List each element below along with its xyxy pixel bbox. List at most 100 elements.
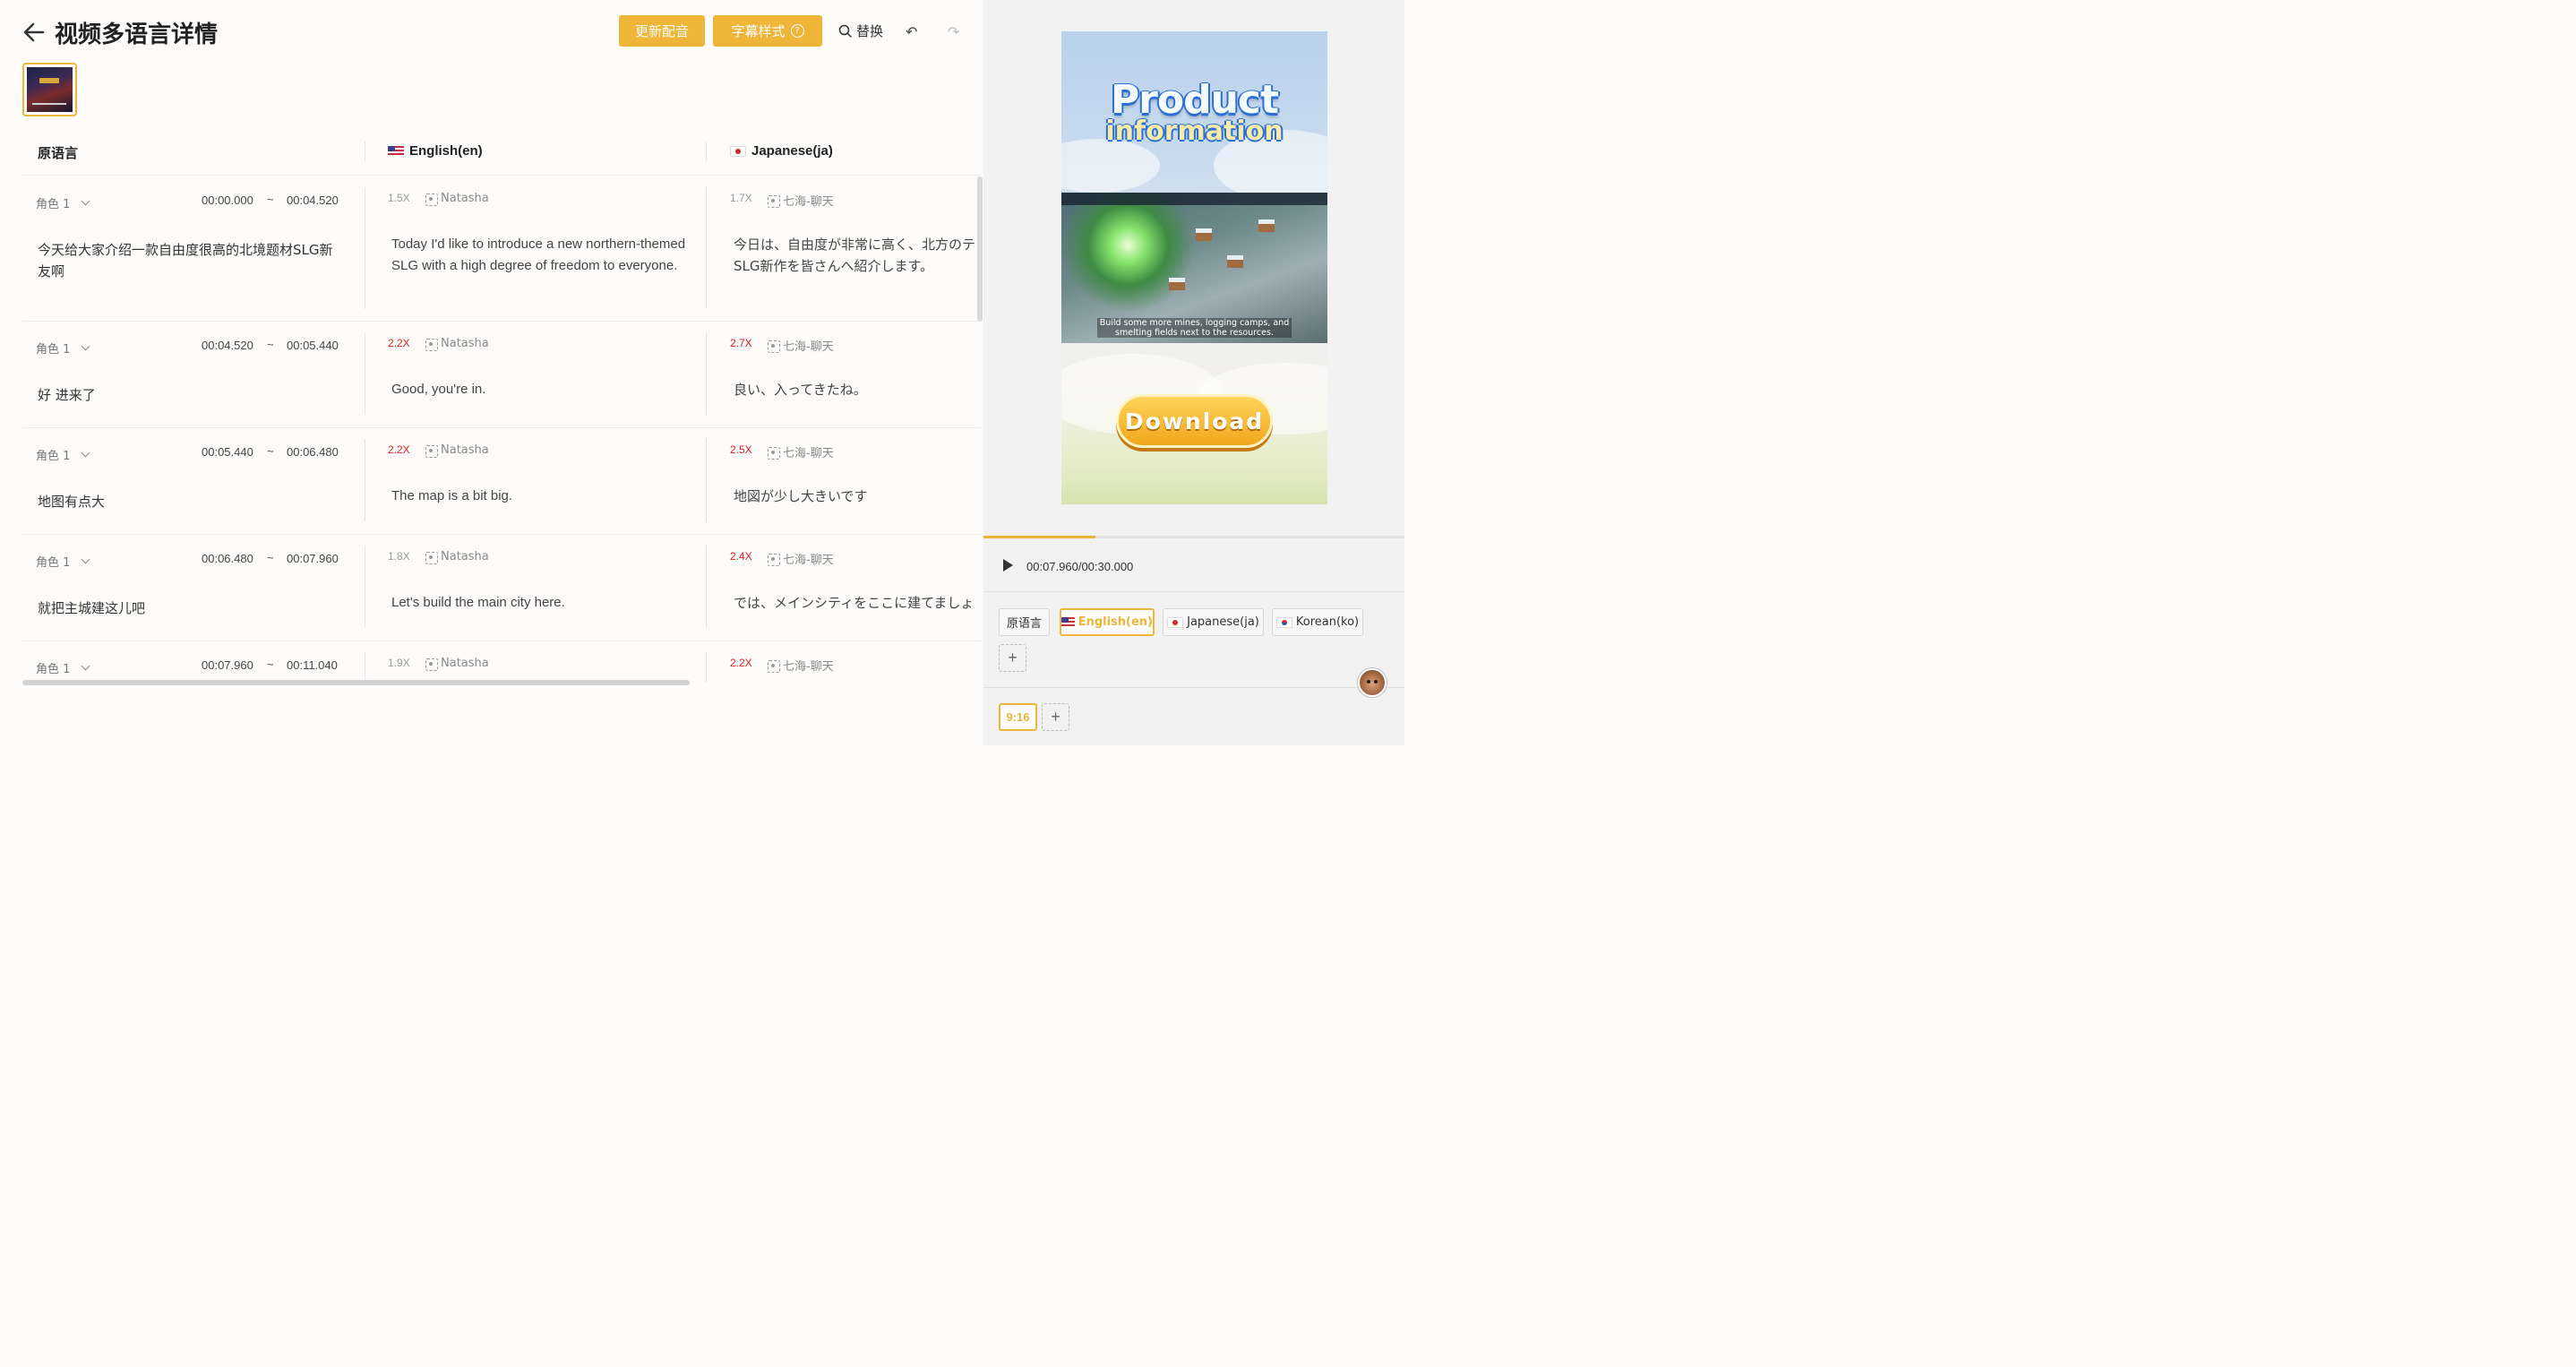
voice-icon [768, 553, 780, 566]
start-time[interactable]: 00:04.520 [202, 339, 253, 352]
download-button[interactable]: Download [1116, 394, 1273, 448]
play-icon[interactable] [1003, 559, 1013, 572]
role-label: 角色 1 [36, 343, 71, 357]
table-row: 角色 1 00:04.520 ~ 00:05.440 好 进来了 2.2X Na… [22, 322, 981, 428]
lang-tab-original[interactable]: 原语言 [999, 608, 1050, 636]
start-time[interactable]: 00:07.960 [202, 658, 253, 672]
horizontal-scrollbar[interactable] [22, 680, 690, 685]
end-time[interactable]: 00:11.040 [287, 658, 338, 672]
voice-select[interactable]: Natasha [425, 657, 489, 671]
english-text[interactable]: Good, you're in. [391, 379, 687, 400]
undo-icon[interactable]: ↶ [906, 23, 917, 41]
voice-select[interactable]: Natasha [425, 443, 489, 458]
role-select[interactable]: 角色 1 [36, 446, 90, 463]
original-text[interactable]: 就把主城建这儿吧 [38, 598, 342, 619]
add-language-button[interactable]: + [999, 644, 1026, 672]
voice-icon [425, 551, 438, 564]
table-row: 角色 1 00:00.000 ~ 00:04.520 今天给大家介绍一款自由度很… [22, 176, 981, 322]
jp-flag-icon [730, 145, 746, 157]
us-flag-icon [1061, 616, 1075, 628]
role-select[interactable]: 角色 1 [36, 340, 90, 357]
voice-name: Natasha [441, 550, 489, 563]
start-time[interactable]: 00:06.480 [202, 552, 253, 565]
original-text[interactable]: 好 进来了 [38, 384, 342, 406]
voice-name: Natasha [441, 443, 489, 457]
lang-tab-korean[interactable]: Korean(ko) [1272, 608, 1363, 636]
gameplay-screenshot: Build some more mines, logging camps, an… [1061, 193, 1327, 343]
english-text[interactable]: The map is a bit big. [391, 486, 687, 507]
back-arrow-icon[interactable] [21, 20, 47, 45]
column-divider [706, 652, 707, 683]
help-icon[interactable]: ? [790, 24, 804, 38]
role-label: 角色 1 [36, 663, 71, 676]
app-root: 视频多语言详情 更新配音 字幕样式 ? 替换 ↶ ↷ 原语言 English(e… [0, 0, 1404, 745]
lang-tab-english[interactable]: English(en) [1060, 608, 1155, 636]
video-preview[interactable]: Product information Build some more mine… [1061, 31, 1327, 504]
voice-select[interactable]: 七海-聊天 [768, 550, 834, 567]
lang-label: English(en) [1078, 615, 1153, 629]
redo-icon[interactable]: ↷ [948, 23, 959, 41]
voice-name: 七海-聊天 [783, 340, 834, 354]
table-header: 原语言 English(en) Japanese(ja) [22, 133, 981, 176]
add-ratio-button[interactable]: + [1042, 703, 1069, 731]
vertical-scrollbar[interactable] [977, 176, 983, 322]
update-dub-button[interactable]: 更新配音 [619, 15, 705, 47]
voice-name: 七海-聊天 [783, 447, 834, 460]
us-flag-icon [388, 145, 404, 157]
time-separator: ~ [267, 193, 274, 206]
product-title: Product information [1061, 81, 1327, 145]
column-label: 原语言 [38, 146, 79, 161]
video-thumbnail[interactable] [22, 63, 77, 116]
role-select[interactable]: 角色 1 [36, 659, 90, 676]
end-time[interactable]: 00:06.480 [287, 445, 339, 459]
thumbnail-image [27, 67, 73, 112]
english-text[interactable]: Let's build the main city here. [391, 592, 687, 614]
replace-button[interactable]: 替换 [838, 21, 883, 40]
end-time[interactable]: 00:07.960 [287, 552, 339, 565]
english-text[interactable]: Today I'd like to introduce a new northe… [391, 234, 687, 277]
voice-select[interactable]: 七海-聊天 [768, 192, 834, 209]
original-text[interactable]: 地图有点大 [38, 491, 342, 512]
original-text[interactable]: 今天给大家介绍一款自由度很高的北境题材SLG新友啊 [38, 239, 342, 282]
japanese-text[interactable]: 地図が少し大きいです [734, 486, 868, 507]
lang-tab-japanese[interactable]: Japanese(ja) [1163, 608, 1264, 636]
start-time[interactable]: 00:00.000 [202, 193, 253, 207]
role-select[interactable]: 角色 1 [36, 553, 90, 570]
voice-select[interactable]: Natasha [425, 337, 489, 351]
kr-flag-icon [1275, 616, 1292, 628]
start-time[interactable]: 00:05.440 [202, 445, 253, 459]
aspect-ratio-button[interactable]: 9:16 [999, 703, 1037, 731]
speed-rate: 1.8X [388, 550, 410, 563]
column-header-original: 原语言 [38, 143, 78, 162]
voice-select[interactable]: 七海-聊天 [768, 443, 834, 460]
japanese-text[interactable]: では、メインシティをここに建てましょ [734, 592, 974, 614]
user-avatar[interactable] [1358, 668, 1387, 697]
chevron-down-icon [81, 341, 90, 351]
voice-select[interactable]: 七海-聊天 [768, 337, 834, 354]
game-subtitle: Build some more mines, logging camps, an… [1097, 318, 1292, 338]
chevron-down-icon [81, 448, 90, 458]
voice-name: 七海-聊天 [783, 660, 834, 674]
playback-progress-fill [983, 536, 1095, 538]
speed-rate: 2.7X [730, 337, 752, 349]
chevron-down-icon [81, 555, 90, 564]
playback-progress-bar[interactable] [983, 536, 1404, 538]
column-label: English(en) [409, 143, 483, 159]
voice-icon [425, 658, 438, 671]
subtitle-style-button[interactable]: 字幕样式 ? [713, 15, 822, 47]
japanese-text[interactable]: 今日は、自由度が非常に高く、北方のテ SLG新作を皆さんへ紹介します。 [734, 234, 975, 277]
chevron-down-icon [81, 196, 90, 206]
time-separator: ~ [267, 338, 274, 351]
speed-rate: 2.2X [388, 337, 410, 349]
column-header-japanese: Japanese(ja) [730, 143, 833, 159]
role-select[interactable]: 角色 1 [36, 194, 90, 211]
voice-icon [425, 444, 438, 458]
voice-select[interactable]: Natasha [425, 550, 489, 564]
japanese-text[interactable]: 良い、入ってきたね。 [734, 379, 867, 400]
voice-select[interactable]: Natasha [425, 192, 489, 206]
end-time[interactable]: 00:04.520 [287, 193, 339, 207]
column-divider [706, 546, 707, 628]
lang-label: Korean(ko) [1295, 615, 1360, 629]
voice-select[interactable]: 七海-聊天 [768, 657, 834, 674]
end-time[interactable]: 00:05.440 [287, 339, 339, 352]
